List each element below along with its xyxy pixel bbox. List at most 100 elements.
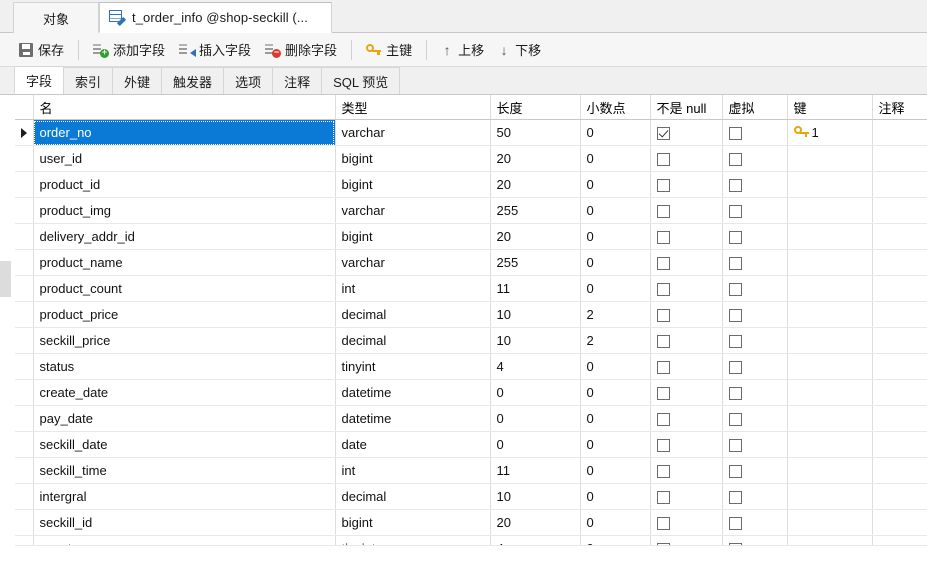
table-row[interactable]: user_id bigint 20 0	[15, 145, 927, 172]
cell-length[interactable]: 11	[490, 275, 581, 302]
cell-name[interactable]: intergral	[33, 483, 336, 510]
cell-comment[interactable]	[872, 353, 927, 380]
virtual-checkbox[interactable]	[728, 491, 742, 505]
cell-length[interactable]: 10	[490, 301, 581, 328]
cell-decimals[interactable]: 2	[580, 327, 651, 354]
cell-decimals[interactable]: 0	[580, 353, 651, 380]
virtual-checkbox[interactable]	[728, 153, 742, 167]
cell-decimals[interactable]: 0	[580, 457, 651, 484]
table-row[interactable]: seckill_time int 11 0	[15, 457, 927, 484]
cell-comment[interactable]	[872, 119, 927, 146]
cell-not-null[interactable]	[650, 431, 723, 458]
tab-indexes[interactable]: 索引	[63, 67, 114, 94]
cell-name[interactable]: status	[33, 353, 336, 380]
table-row[interactable]: status tinyint 4 0	[15, 353, 927, 380]
not-null-checkbox[interactable]	[656, 413, 670, 427]
cell-name[interactable]: create_date	[33, 379, 336, 406]
virtual-checkbox[interactable]	[728, 465, 742, 479]
table-row[interactable]: product_id bigint 20 0	[15, 171, 927, 198]
cell-decimals[interactable]: 0	[580, 249, 651, 276]
cell-virtual[interactable]	[722, 249, 788, 276]
cell-decimals[interactable]: 0	[580, 275, 651, 302]
cell-key[interactable]	[787, 431, 873, 458]
not-null-checkbox[interactable]	[656, 179, 670, 193]
cell-key[interactable]	[787, 509, 873, 536]
cell-name[interactable]: product_price	[33, 301, 336, 328]
cell-key[interactable]	[787, 171, 873, 198]
cell-length[interactable]: 255	[490, 197, 581, 224]
cell-virtual[interactable]	[722, 171, 788, 198]
cell-decimals[interactable]: 0	[580, 145, 651, 172]
cell-virtual[interactable]	[722, 431, 788, 458]
cell-not-null[interactable]	[650, 275, 723, 302]
cell-comment[interactable]	[872, 223, 927, 250]
row-marker-cell[interactable]	[15, 249, 34, 276]
cell-decimals[interactable]: 0	[580, 223, 651, 250]
cell-type[interactable]: varchar	[335, 197, 491, 224]
not-null-checkbox[interactable]	[656, 439, 670, 453]
cell-key[interactable]	[787, 327, 873, 354]
cell-key[interactable]: 1	[787, 119, 873, 146]
virtual-checkbox[interactable]	[728, 517, 742, 531]
cell-key[interactable]	[787, 145, 873, 172]
cell-decimals[interactable]: 0	[580, 379, 651, 406]
cell-comment[interactable]	[872, 145, 927, 172]
cell-not-null[interactable]	[650, 457, 723, 484]
cell-not-null[interactable]	[650, 301, 723, 328]
cell-key[interactable]	[787, 379, 873, 406]
cell-not-null[interactable]	[650, 353, 723, 380]
table-row[interactable]: product_name varchar 255 0	[15, 249, 927, 276]
cell-type[interactable]: decimal	[335, 301, 491, 328]
table-row[interactable]: create_date datetime 0 0	[15, 379, 927, 406]
cell-comment[interactable]	[872, 405, 927, 432]
cell-length[interactable]: 0	[490, 405, 581, 432]
virtual-checkbox[interactable]	[728, 283, 742, 297]
cell-comment[interactable]	[872, 275, 927, 302]
tab-foreign-keys[interactable]: 外键	[112, 67, 163, 94]
cell-not-null[interactable]	[650, 405, 723, 432]
cell-comment[interactable]	[872, 197, 927, 224]
cell-type[interactable]: bigint	[335, 145, 491, 172]
cell-not-null[interactable]	[650, 509, 723, 536]
cell-length[interactable]: 11	[490, 457, 581, 484]
cell-virtual[interactable]	[722, 119, 788, 146]
row-marker-cell[interactable]	[15, 197, 34, 224]
cell-name[interactable]: product_count	[33, 275, 336, 302]
header-name[interactable]: 名	[33, 95, 336, 120]
row-marker-cell[interactable]	[15, 145, 34, 172]
cell-length[interactable]: 20	[490, 509, 581, 536]
virtual-checkbox[interactable]	[728, 257, 742, 271]
cell-decimals[interactable]: 0	[580, 509, 651, 536]
row-marker-cell[interactable]	[15, 171, 34, 198]
header-length[interactable]: 长度	[490, 95, 581, 120]
cell-length[interactable]: 50	[490, 119, 581, 146]
delete-field-button[interactable]: − 删除字段	[258, 37, 344, 63]
cell-not-null[interactable]	[650, 223, 723, 250]
cell-comment[interactable]	[872, 379, 927, 406]
cell-key[interactable]	[787, 249, 873, 276]
row-marker-cell[interactable]	[15, 379, 34, 406]
cell-comment[interactable]	[872, 509, 927, 536]
header-virtual[interactable]: 虚拟	[722, 95, 788, 120]
cell-virtual[interactable]	[722, 301, 788, 328]
row-marker-cell[interactable]	[15, 483, 34, 510]
not-null-checkbox[interactable]	[656, 465, 670, 479]
table-row[interactable]: seckill_date date 0 0	[15, 431, 927, 458]
virtual-checkbox[interactable]	[728, 387, 742, 401]
cell-name[interactable]: delivery_addr_id	[33, 223, 336, 250]
cell-comment[interactable]	[872, 457, 927, 484]
cell-virtual[interactable]	[722, 457, 788, 484]
virtual-checkbox[interactable]	[728, 127, 742, 141]
cell-decimals[interactable]: 2	[580, 301, 651, 328]
not-null-checkbox[interactable]	[656, 361, 670, 375]
cell-decimals[interactable]: 0	[580, 119, 651, 146]
cell-type[interactable]: int	[335, 457, 491, 484]
table-row[interactable]: seckill_price decimal 10 2	[15, 327, 927, 354]
row-marker-cell[interactable]	[15, 431, 34, 458]
cell-key[interactable]	[787, 483, 873, 510]
cell-type[interactable]: date	[335, 431, 491, 458]
cell-decimals[interactable]: 0	[580, 197, 651, 224]
header-decimals[interactable]: 小数点	[580, 95, 651, 120]
cell-type[interactable]: bigint	[335, 223, 491, 250]
row-marker-cell[interactable]	[15, 457, 34, 484]
